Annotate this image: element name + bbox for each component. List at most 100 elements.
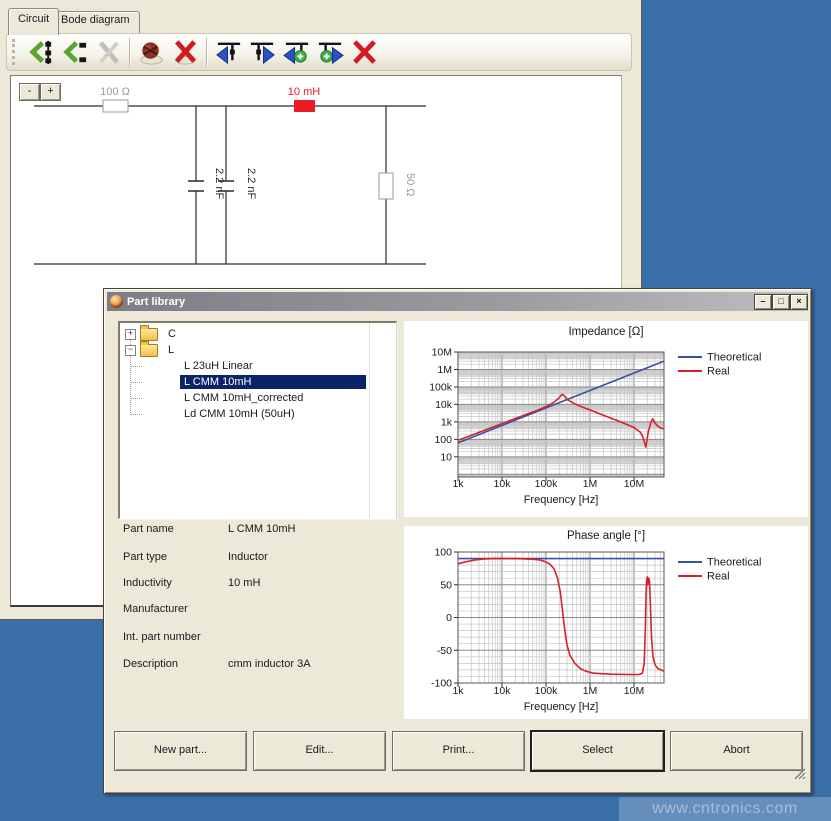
svg-text:100k: 100k [429,381,453,393]
new-part-button[interactable]: New part... [114,731,247,771]
tree-connector [130,382,142,383]
svg-text:10M: 10M [624,478,644,490]
svg-text:10k: 10k [435,399,453,411]
cut-disabled-icon [91,36,125,68]
tree-item-label: L CMM 10mH [180,375,366,389]
svg-text:Phase angle [°]: Phase angle [°] [567,530,645,542]
collapse-icon[interactable]: − [125,345,136,356]
svg-text:10k: 10k [494,478,512,490]
capacitor-c2-label: 2.2 nF [245,168,257,199]
svg-text:10M: 10M [432,347,452,359]
tree-item[interactable]: L 23uH Linear [180,358,257,374]
tree-connector [130,414,142,415]
inductor-l1-label: 10 mH [288,86,320,98]
svg-text:Real: Real [707,366,730,378]
svg-text:Theoretical: Theoretical [707,557,761,569]
svg-text:1k: 1k [441,416,453,428]
detail-label: Inductivity [123,577,233,589]
capacitor-c1-label: 2.2 nF [213,168,225,199]
resize-grip[interactable] [791,765,807,781]
insert-parallel-icon[interactable] [57,36,91,68]
svg-text:1M: 1M [583,478,598,490]
svg-text:100: 100 [434,434,452,446]
tree-item[interactable]: Ld CMM 10mH (50uH) [180,406,299,422]
svg-text:100k: 100k [535,478,559,490]
part-tree[interactable]: + C − L L 23uH Linear L CMM 10mH L CMM 1… [118,321,397,519]
circuit-diagram: 100 Ω 10 mH 2.2 nF 2.2 nF 50 Ω [11,76,451,276]
toolbar-separator [129,38,130,66]
toolbar-drag-handle[interactable] [12,39,18,65]
insert-series-icon[interactable] [23,36,57,68]
node-right-icon[interactable] [245,36,279,68]
impedance-chart-panel: 10M1M100k10k1k100101k10k100k1M10MImpedan… [404,321,808,517]
tree-item-label: L CMM 10mH_corrected [180,391,307,405]
resistor-r1-label: 100 Ω [100,86,130,98]
svg-text:-100: -100 [431,678,452,690]
tree-item[interactable]: L CMM 10mH_corrected [180,390,307,406]
print-button[interactable]: Print... [392,731,525,771]
tab-bode-diagram[interactable]: Bode diagram [51,11,140,33]
detail-label: Description [123,658,233,670]
tab-bode-diagram-label: Bode diagram [61,14,130,26]
delete-node-icon[interactable] [347,36,381,68]
tree-node-l-label: L [164,343,178,357]
tree-connector [130,398,142,399]
close-button[interactable]: × [790,294,808,310]
dialog-icon [110,295,123,308]
detail-value: Inductor [228,551,488,563]
resistor-r2[interactable] [379,173,393,199]
detail-value: 10 mH [228,577,488,589]
tree-node-c-label: C [164,327,180,341]
svg-text:1k: 1k [452,685,464,697]
tab-circuit[interactable]: Circuit [8,8,59,35]
minimize-button[interactable]: – [754,294,772,310]
add-node-right-icon[interactable] [313,36,347,68]
svg-text:10: 10 [440,451,452,463]
tree-node-c[interactable]: + C [125,326,180,342]
resistor-r2-label: 50 Ω [404,173,416,197]
detail-label: Int. part number [123,631,233,643]
svg-text:Frequency [Hz]: Frequency [Hz] [524,701,599,713]
watermark-text: www.cntronics.com [652,800,797,818]
tab-strip: Circuit Bode diagram [4,8,634,31]
resistor-r1[interactable] [103,100,128,112]
svg-text:-50: -50 [437,645,452,657]
tree-item-label: L 23uH Linear [180,359,257,373]
circuit-wire [34,106,426,264]
edit-button[interactable]: Edit... [253,731,386,771]
detail-value: cmm inductor 3A [228,658,488,670]
detail-label: Part type [123,551,233,563]
tree-item-selected[interactable]: L CMM 10mH [180,374,366,390]
tree-node-l[interactable]: − L [125,342,178,358]
expand-icon[interactable]: + [125,329,136,340]
impedance-chart: 10M1M100k10k1k100101k10k100k1M10MImpedan… [404,321,808,517]
svg-text:0: 0 [446,612,452,624]
tree-item-label: Ld CMM 10mH (50uH) [180,407,299,421]
svg-text:Theoretical: Theoretical [707,352,761,364]
toolbar [6,33,632,71]
svg-text:1k: 1k [452,478,464,490]
svg-text:10M: 10M [624,685,644,697]
maximize-button[interactable]: □ [772,294,790,310]
part-library-dialog: Part library – □ × + C − L L 23uH Linear… [103,288,812,794]
detail-label: Part name [123,523,233,535]
delete-part-icon[interactable] [168,36,202,68]
edit-part-icon[interactable] [134,36,168,68]
detail-label: Manufacturer [123,603,233,615]
detail-value: L CMM 10mH [228,523,488,535]
dialog-titlebar[interactable]: Part library [107,292,808,311]
tree-divider [369,323,370,518]
select-button[interactable]: Select [531,731,664,771]
dialog-title: Part library [127,296,185,308]
add-node-left-icon[interactable] [279,36,313,68]
folder-icon [140,344,158,357]
svg-text:1M: 1M [583,685,598,697]
svg-text:Real: Real [707,571,730,583]
folder-icon [140,328,158,341]
inductor-l1[interactable] [294,100,315,112]
capacitor-symbol [188,181,234,191]
svg-text:1M: 1M [437,364,452,376]
desktop: { "desktop": { "watermark_text": "www.cn… [0,0,831,821]
abort-button[interactable]: Abort [670,731,803,771]
node-left-icon[interactable] [211,36,245,68]
